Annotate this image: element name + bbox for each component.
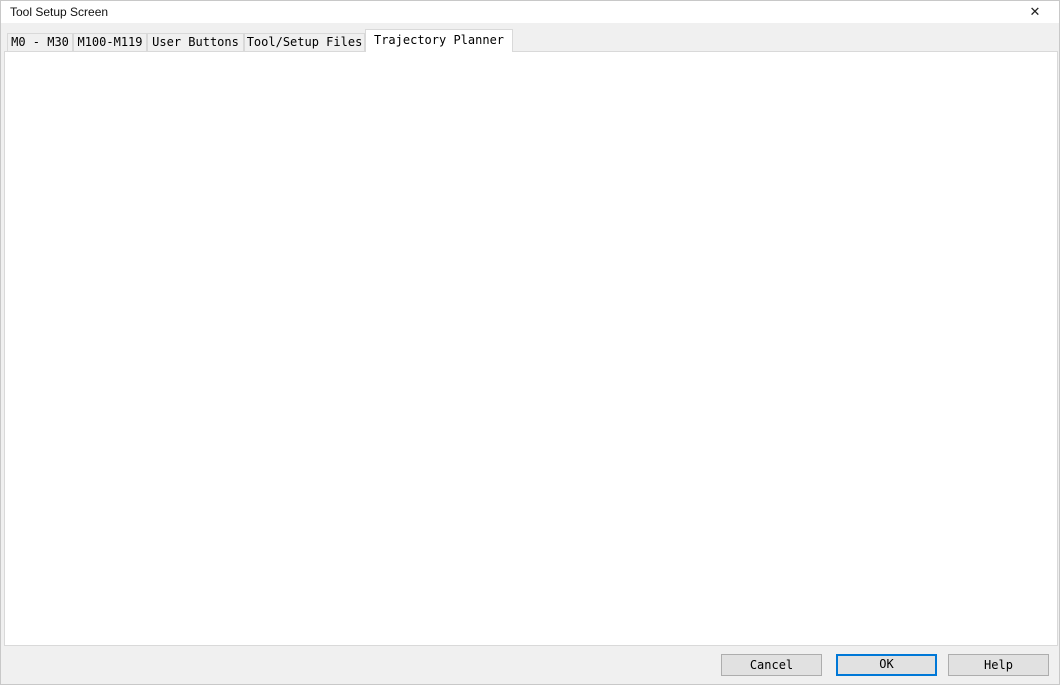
tab-m100-m119[interactable]: M100-M119 [73,33,147,52]
tab-m0-m30[interactable]: M0 - M30 [7,33,73,52]
ok-button[interactable]: OK [836,654,937,676]
tab-trajectory-planner[interactable]: Trajectory Planner [365,29,513,52]
window-title: Tool Setup Screen [10,5,109,19]
close-icon[interactable]: ✕ [1015,1,1055,23]
tab-tool-setup-files[interactable]: Tool/Setup Files [244,33,365,52]
titlebar: Tool Setup Screen [1,1,1059,23]
help-button[interactable]: Help [948,654,1049,676]
tool-setup-dialog: Tool Setup Screen ✕ M0 - M30 M100-M119 U… [0,0,1060,685]
tab-page [4,51,1058,646]
tab-user-buttons[interactable]: User Buttons [147,33,244,52]
cancel-button[interactable]: Cancel [721,654,822,676]
